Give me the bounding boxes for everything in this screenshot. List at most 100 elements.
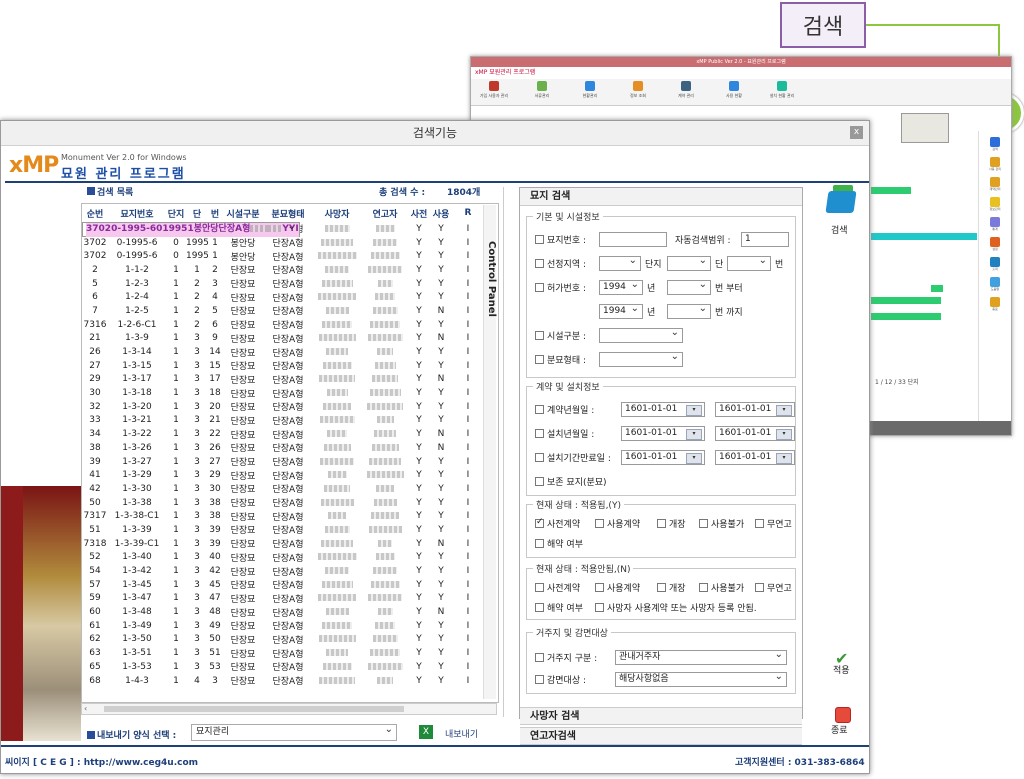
- column-header[interactable]: 순번: [82, 204, 108, 222]
- form-select[interactable]: [599, 350, 683, 367]
- excel-icon[interactable]: X: [419, 725, 433, 739]
- column-header[interactable]: 묘지번호: [108, 204, 166, 222]
- table-row[interactable]: 7316 1-2-6-C1 1 2 6 단장묘 단장A형 Y Y I: [82, 318, 484, 332]
- horizontal-scrollbar[interactable]: ‹: [81, 703, 497, 715]
- calendar-icon[interactable]: ▾: [776, 405, 792, 416]
- permit-from-select[interactable]: [667, 278, 711, 295]
- column-header[interactable]: 시설구분: [222, 204, 264, 222]
- contract-date-from[interactable]: 1601-01-01 ▾: [621, 402, 705, 417]
- area-checkbox[interactable]: [535, 259, 544, 268]
- column-header[interactable]: 번: [208, 204, 222, 222]
- table-row[interactable]: 34 1-3-22 1 3 22 단장묘 단장A형 Y N I: [82, 427, 484, 441]
- table-row[interactable]: 26 1-3-14 1 3 14 단장묘 단장A형 Y Y I: [82, 345, 484, 359]
- facility-select[interactable]: [599, 326, 683, 343]
- grave-no-checkbox[interactable]: [535, 235, 544, 244]
- table-row[interactable]: 29 1-3-17 1 3 17 단장묘 단장A형 Y N I: [82, 373, 484, 387]
- bg-toolbar-item[interactable]: 서류관리: [525, 79, 559, 105]
- permit-to-year-select[interactable]: 1994: [599, 302, 643, 319]
- status-n-precontract-checkbox[interactable]: [535, 583, 544, 592]
- table-row[interactable]: 51 1-3-39 1 3 39 단장묘 단장A형 Y Y I: [82, 523, 484, 537]
- calendar-icon[interactable]: ▾: [776, 429, 792, 440]
- table-row[interactable]: 7 1-2-5 1 2 5 단장묘 단장A형 Y N I: [82, 304, 484, 318]
- table-row[interactable]: 59 1-3-47 1 3 47 단장묘 단장A형 Y Y I: [82, 592, 484, 606]
- permit-to-select[interactable]: [667, 302, 711, 319]
- column-header[interactable]: 사용: [430, 204, 452, 222]
- stop-icon[interactable]: [835, 707, 851, 723]
- bg-toolbar-item[interactable]: 정보 조회: [621, 79, 655, 105]
- expire-date-to[interactable]: 1601-01-01 ▾: [715, 450, 795, 465]
- residence-select[interactable]: 관내거주자: [615, 648, 787, 665]
- table-row[interactable]: 5 1-2-3 1 2 3 단장묘 단장A형 Y Y I: [82, 277, 484, 291]
- status-y-unusable-checkbox[interactable]: [699, 519, 708, 528]
- auto-range-input[interactable]: 1: [741, 232, 789, 247]
- permit-checkbox[interactable]: [535, 283, 544, 292]
- section-grave-search[interactable]: 묘지 검색: [520, 188, 802, 206]
- scroll-left-icon[interactable]: ‹: [84, 704, 87, 713]
- column-header[interactable]: 단: [186, 204, 208, 222]
- area-select[interactable]: [599, 254, 641, 271]
- table-row[interactable]: 7318 1-3-39-C1 1 3 39 단장묘 단장A형 Y N I: [82, 537, 484, 551]
- result-grid[interactable]: 순번 묘지번호 단지 단 번 시설구분 분묘형태 사망자 연고자 사전 사용 R 3702 0-1995…: [81, 203, 499, 703]
- status-n-use-checkbox[interactable]: [595, 583, 604, 592]
- install-date-from[interactable]: 1601-01-01 ▾: [621, 426, 705, 441]
- bg-toolbar-item[interactable]: 사용 현황: [717, 79, 751, 105]
- contract-icon[interactable]: [990, 177, 1000, 187]
- table-row[interactable]: 27 1-3-15 1 3 15 단장묘 단장A형 Y Y I: [82, 359, 484, 373]
- status-n-cancel-checkbox[interactable]: [535, 603, 544, 612]
- column-header[interactable]: 단지: [166, 204, 186, 222]
- table-row[interactable]: 50 1-3-38 1 3 38 단장묘 단장A형 Y Y I: [82, 496, 484, 510]
- table-row[interactable]: 37020-1995-6019951봉안당단장A형YYI: [82, 236, 484, 250]
- status-y-reburial-checkbox[interactable]: [657, 519, 666, 528]
- calendar-icon[interactable]: ▾: [686, 453, 702, 464]
- user-icon[interactable]: [990, 157, 1000, 167]
- search-button[interactable]: 검색: [831, 223, 848, 236]
- status-y-unclaimed-checkbox[interactable]: [755, 519, 764, 528]
- export-button[interactable]: 내보내기: [445, 727, 478, 740]
- table-row[interactable]: 63 1-3-51 1 3 51 단장묘 단장A형 Y Y I: [82, 646, 484, 660]
- info-icon[interactable]: [990, 197, 1000, 207]
- table-row[interactable]: 68 1-4-3 1 4 3 단장묘 단장A형 Y Y I: [82, 674, 484, 688]
- expire-date-from[interactable]: 1601-01-01 ▾: [621, 450, 705, 465]
- table-row[interactable]: 52 1-3-40 1 3 40 단장묘 단장A형 Y Y I: [82, 551, 484, 565]
- help-icon[interactable]: [990, 277, 1000, 287]
- table-row[interactable]: 57 1-3-45 1 3 45 단장묘 단장A형 Y Y I: [82, 578, 484, 592]
- facility-checkbox[interactable]: [535, 331, 544, 340]
- calendar-icon[interactable]: ▾: [686, 429, 702, 440]
- scroll-thumb[interactable]: [104, 706, 404, 712]
- table-row[interactable]: 54 1-3-42 1 3 42 단장묘 단장A형 Y Y I: [82, 564, 484, 578]
- search-icon[interactable]: [825, 191, 857, 213]
- complex-select[interactable]: [667, 254, 711, 271]
- residence-checkbox[interactable]: [535, 653, 544, 662]
- apply-button[interactable]: 적용: [833, 663, 850, 676]
- table-row[interactable]: 65 1-3-53 1 3 53 단장묘 단장A형 Y Y I: [82, 660, 484, 674]
- table-row[interactable]: 61 1-3-49 1 3 49 단장묘 단장A형 Y Y I: [82, 619, 484, 633]
- expire-date-checkbox[interactable]: [535, 453, 544, 462]
- column-header[interactable]: R: [452, 204, 484, 222]
- permit-from-year-select[interactable]: 1994: [599, 278, 643, 295]
- section-deceased-search[interactable]: 사망자 검색: [520, 707, 802, 725]
- bg-toolbar-item[interactable]: 현황관리: [573, 79, 607, 105]
- column-header[interactable]: 사전: [408, 204, 430, 222]
- table-row[interactable]: 2 1-1-2 1 1 2 단장묘 단장A형 Y Y I: [82, 263, 484, 277]
- table-row[interactable]: 41 1-3-29 1 3 29 단장묘 단장A형 Y Y I: [82, 468, 484, 482]
- exit-icon[interactable]: [990, 297, 1000, 307]
- table-row[interactable]: 6 1-2-4 1 2 4 단장묘 단장A형 Y Y I: [82, 290, 484, 304]
- grave-no-input[interactable]: [599, 232, 667, 247]
- table-row[interactable]: 42 1-3-30 1 3 30 단장묘 단장A형 Y Y I: [82, 482, 484, 496]
- table-row[interactable]: 21 1-3-9 1 3 9 단장묘 단장A형 Y N I: [82, 332, 484, 346]
- table-row[interactable]: 33 1-3-21 1 3 21 단장묘 단장A형 Y Y I: [82, 414, 484, 428]
- status-n-deceased-checkbox[interactable]: [595, 603, 604, 612]
- calendar-icon[interactable]: ▾: [686, 405, 702, 416]
- print-icon[interactable]: [990, 257, 1000, 267]
- calendar-icon[interactable]: ▾: [776, 453, 792, 464]
- table-row[interactable]: 7317 1-3-38-C1 1 3 38 단장묘 단장A형 Y Y I: [82, 509, 484, 523]
- column-header[interactable]: 연고자: [362, 204, 408, 222]
- status-n-unusable-checkbox[interactable]: [699, 583, 708, 592]
- form-checkbox[interactable]: [535, 355, 544, 364]
- column-header[interactable]: 사망자: [312, 204, 362, 222]
- dan-select[interactable]: [727, 254, 771, 271]
- table-row[interactable]: 37020-1995-6019951봉안당단장A형YYI: [82, 220, 300, 237]
- table-row[interactable]: 37020-1995-6019951봉안당단장A형YYI: [82, 249, 484, 263]
- table-row[interactable]: 38 1-3-26 1 3 26 단장묘 단장A형 Y N I: [82, 441, 484, 455]
- search-icon[interactable]: [990, 137, 1000, 147]
